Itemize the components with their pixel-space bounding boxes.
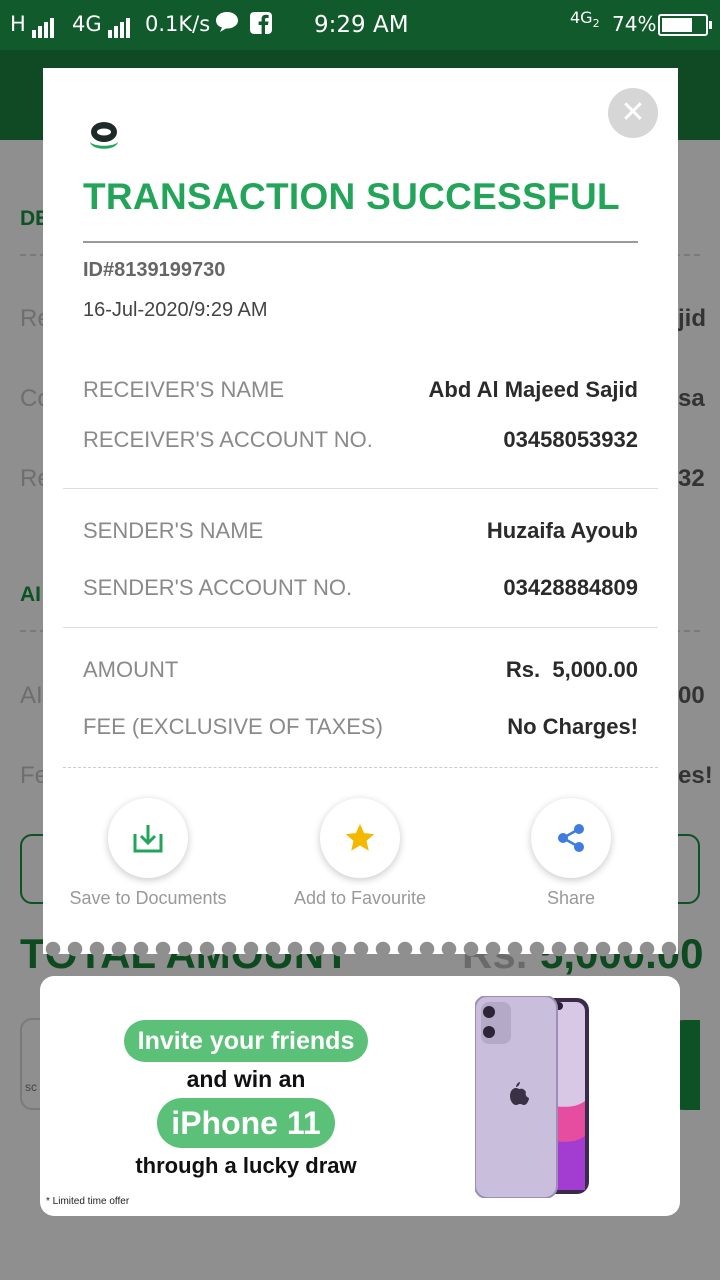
sender-account-label: SENDER'S ACCOUNT NO. xyxy=(83,575,353,600)
signal-icon xyxy=(32,14,56,38)
network-type-right: 4G2 xyxy=(570,8,600,31)
sender-account-value: 03428884809 xyxy=(503,575,638,600)
favourite-label: Add to Favourite xyxy=(293,888,427,908)
star-icon xyxy=(345,823,375,851)
amount-value: Rs. 5,000.00 xyxy=(505,657,638,682)
close-icon: ✕ xyxy=(620,95,646,130)
status-bar: H 4G 0.1K/s 9:29 AM 4G2 74% xyxy=(0,0,720,50)
battery-level: 74% xyxy=(612,12,657,36)
bg-row-label: AI xyxy=(20,682,43,709)
receiver-account-label: RECEIVER'S ACCOUNT NO. xyxy=(83,427,373,452)
save-label: Save to Documents xyxy=(69,888,227,908)
transaction-datetime: 16-Jul-2020/9:29 AM xyxy=(83,299,268,321)
dashed-divider xyxy=(63,767,658,768)
title-divider xyxy=(83,241,638,243)
receiver-name-label: RECEIVER'S NAME xyxy=(83,377,285,402)
share-button[interactable]: Share xyxy=(481,798,661,909)
facebook-icon xyxy=(249,11,273,40)
favourite-circle xyxy=(320,798,400,878)
fee-value: No Charges! xyxy=(507,714,638,739)
save-circle xyxy=(108,798,188,878)
bg-bottom-label: sc xyxy=(25,1080,37,1094)
divider xyxy=(63,488,658,489)
bg-row-value: 00 xyxy=(678,682,705,709)
sender-name-label: SENDER'S NAME xyxy=(83,518,264,543)
share-circle xyxy=(531,798,611,878)
transaction-id: ID#8139199730 xyxy=(83,259,226,281)
close-button[interactable]: ✕ xyxy=(608,88,658,138)
page-title: TRANSACTION SUCCESSFUL xyxy=(83,176,620,217)
logo-icon xyxy=(90,122,118,149)
promo-line-4: through a lucky draw xyxy=(135,1153,357,1178)
save-to-documents-button[interactable]: Save to Documents xyxy=(58,798,238,909)
network-speed: 0.1K/s xyxy=(145,12,211,36)
chat-icon xyxy=(214,10,240,39)
network-type: 4G xyxy=(72,12,132,38)
promo-banner[interactable]: Invite your friends and win an iPhone 11… xyxy=(40,976,680,1216)
promo-line-1: Invite your friends xyxy=(124,1020,368,1062)
bg-row-value: sa xyxy=(678,385,705,412)
share-label: Share xyxy=(546,888,596,908)
promo-line-2: and win an xyxy=(186,1066,306,1092)
battery-icon xyxy=(658,14,712,36)
bg-row-value: 32 xyxy=(678,465,705,492)
add-to-favourite-button[interactable]: Add to Favourite xyxy=(270,798,450,909)
share-icon xyxy=(558,824,584,852)
divider xyxy=(63,627,658,628)
bg-row-value: es! xyxy=(678,762,713,789)
bg-row-value: jid xyxy=(678,305,706,332)
receiver-name-value: Abd Al Majeed Sajid xyxy=(428,377,638,402)
phone-image xyxy=(475,996,589,1198)
fee-label: FEE (EXCLUSIVE OF TAXES) xyxy=(83,714,383,739)
amount-label: AMOUNT xyxy=(83,657,179,682)
promo-disclaimer: * Limited time offer xyxy=(46,1196,130,1207)
network-indicator: H xyxy=(10,12,56,38)
sender-name-value: Huzaifa Ayoub xyxy=(486,518,638,543)
download-icon xyxy=(133,825,163,853)
promo-line-3: iPhone 11 xyxy=(157,1098,335,1148)
clock: 9:29 AM xyxy=(314,12,409,38)
receipt-scallop-bottom xyxy=(43,940,678,958)
receiver-account-value: 03458053932 xyxy=(503,427,638,452)
bg-section-heading: AI xyxy=(20,583,41,606)
signal-icon xyxy=(108,14,132,38)
